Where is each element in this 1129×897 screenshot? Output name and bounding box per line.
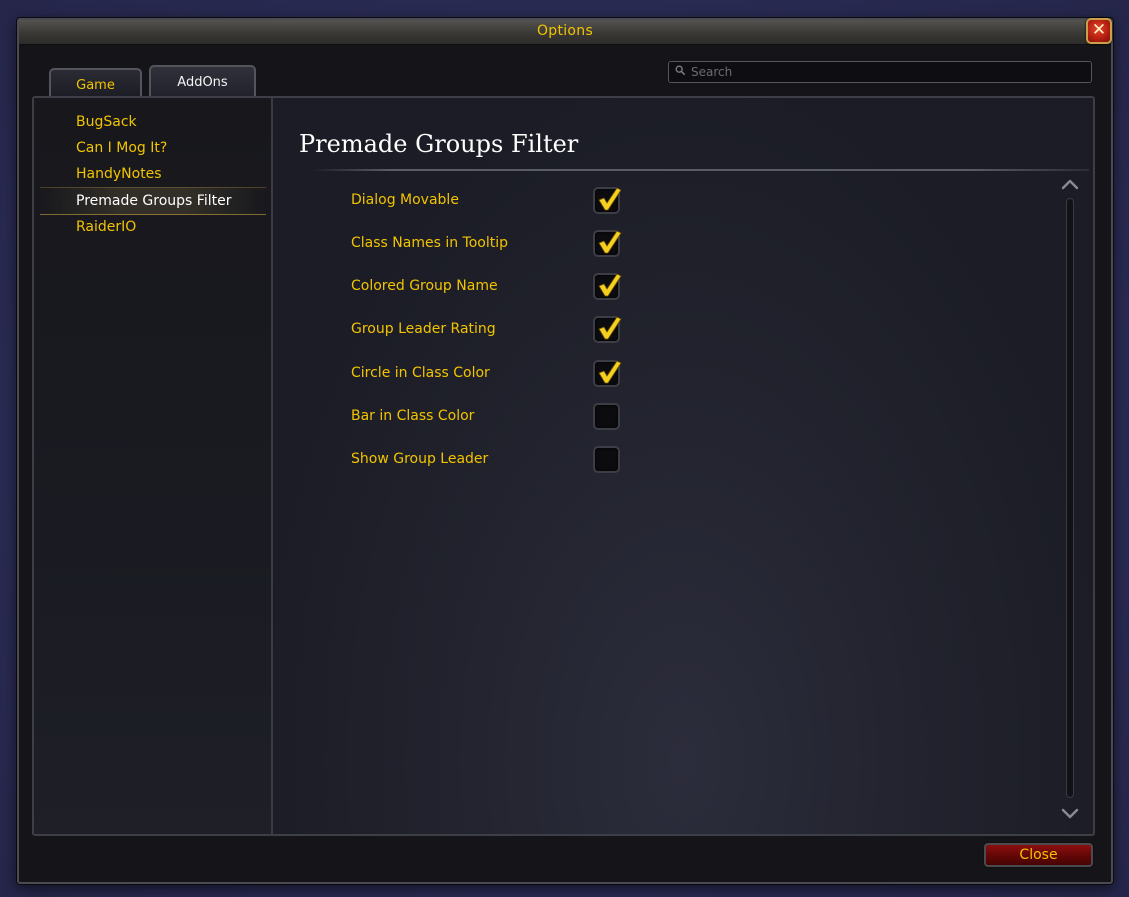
sidebar-item-raiderio[interactable]: RaiderIO	[76, 215, 136, 239]
checkbox-group-leader-rating[interactable]	[593, 316, 622, 343]
checkmark-icon	[598, 230, 622, 254]
checkbox-bar-in-class-color[interactable]	[593, 403, 620, 430]
chevron-down-icon[interactable]	[1060, 808, 1080, 820]
search-icon	[675, 65, 685, 75]
heading-divider	[311, 169, 1089, 171]
checkmark-icon	[598, 187, 622, 211]
checkbox-show-group-leader[interactable]	[593, 446, 620, 473]
checkmark-icon	[598, 273, 622, 297]
tab-addons-label: AddOns	[177, 75, 228, 90]
window-title: Options	[536, 23, 594, 39]
checkbox-class-names-in-tooltip[interactable]	[593, 230, 622, 257]
checkbox-circle-in-class-color[interactable]	[593, 360, 622, 387]
option-label-group-leader-rating: Group Leader Rating	[351, 321, 496, 337]
addon-list-sidebar: BugSack Can I Mog It? HandyNotes Premade…	[34, 98, 273, 834]
options-window: Options Game AddOns BugSack Can I Mog It…	[17, 18, 1113, 884]
close-button[interactable]: Close	[984, 843, 1093, 867]
checkbox-dialog-movable[interactable]	[593, 187, 622, 214]
option-label-bar-in-class-color: Bar in Class Color	[351, 408, 475, 424]
search-input[interactable]	[691, 62, 1081, 82]
title-bar[interactable]: Options	[19, 20, 1111, 45]
close-x-icon[interactable]: ✕	[1086, 18, 1112, 44]
option-label-dialog-movable: Dialog Movable	[351, 192, 459, 208]
chevron-up-icon[interactable]	[1060, 178, 1080, 190]
option-label-class-names-in-tooltip: Class Names in Tooltip	[351, 235, 509, 251]
tab-game-label: Game	[76, 78, 115, 93]
page-title: Premade Groups Filter	[299, 130, 579, 158]
option-label-colored-group-name: Colored Group Name	[351, 278, 498, 294]
option-label-show-group-leader: Show Group Leader	[351, 451, 489, 467]
sidebar-item-handynotes[interactable]: HandyNotes	[76, 162, 162, 186]
search-box[interactable]	[668, 61, 1092, 83]
settings-content: Premade Groups Filter Dialog Movable Cla…	[273, 98, 1093, 834]
checkmark-icon	[598, 360, 622, 384]
sidebar-item-bugsack[interactable]: BugSack	[76, 110, 137, 134]
checkbox-colored-group-name[interactable]	[593, 273, 622, 300]
options-panel: BugSack Can I Mog It? HandyNotes Premade…	[32, 96, 1095, 836]
tab-addons[interactable]: AddOns	[149, 65, 256, 98]
close-button-label: Close	[1019, 847, 1058, 863]
sidebar-item-can-i-mog-it[interactable]: Can I Mog It?	[76, 136, 167, 160]
option-label-circle-in-class-color: Circle in Class Color	[351, 365, 490, 381]
scrollbar[interactable]	[1052, 168, 1088, 828]
sidebar-item-premade-groups-filter[interactable]: Premade Groups Filter	[76, 189, 231, 213]
tab-game[interactable]: Game	[49, 68, 142, 96]
scroll-track[interactable]	[1066, 198, 1074, 798]
checkmark-icon	[598, 316, 622, 340]
